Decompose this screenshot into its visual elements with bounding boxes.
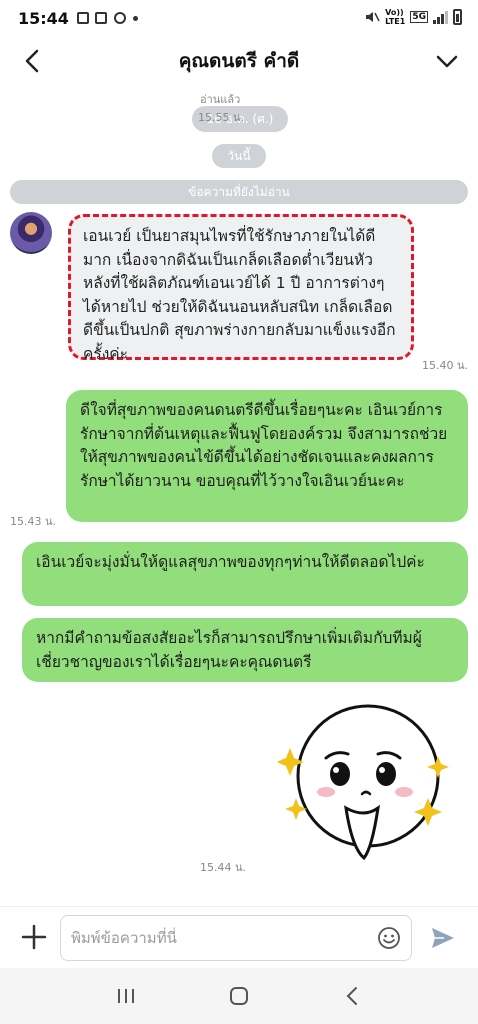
volte-label: Vo)) <box>385 8 404 17</box>
today-separator: วันนี้ <box>212 144 266 168</box>
status-time: 15:44 <box>18 8 69 28</box>
unread-divider: ข้อความที่ยังไม่อ่าน <box>10 180 468 204</box>
plus-icon[interactable] <box>20 923 48 951</box>
send-icon[interactable] <box>430 925 456 951</box>
chat-header: คุณดนตรี คำดี <box>0 36 478 86</box>
recent-apps-icon <box>118 989 135 1003</box>
home-icon <box>229 987 248 1005</box>
more-notifications-icon <box>132 15 138 21</box>
incoming-message-bubble[interactable]: เอนเวย์ เป็นยาสมุนไพรที่ใช้รักษาภายในได้… <box>68 214 414 363</box>
previous-message-time: 15.55 น. <box>198 111 245 124</box>
moon-sticker[interactable] <box>278 698 456 868</box>
chat-area[interactable]: อ่านแล้ว 16 ธ.ค. (ศ.) 15.55 น. วันนี้ ข้… <box>0 86 478 906</box>
home-button[interactable] <box>227 984 251 1008</box>
outgoing-message-text: หากมีคำถามข้อสงสัยอะไรก็สามารถปรึกษาเพิ่… <box>36 629 422 671</box>
outgoing-message-text: ดีใจที่สุขภาพของคนดนตรีดีขึ้นเรื่อยๆนะคะ… <box>80 401 448 490</box>
message-input-placeholder: พิมพ์ข้อความที่นี่ <box>71 929 177 947</box>
outgoing-message-bubble[interactable]: เอินเวย์จะมุ่งมั่นให้ดูแลสุขภาพของทุกๆท่… <box>22 542 468 606</box>
previous-sticker[interactable] <box>270 86 440 106</box>
network-labels: Vo)) LTE1 <box>385 8 405 26</box>
outgoing-message-text: เอินเวย์จะมุ่งมั่นให้ดูแลสุขภาพของทุกๆท่… <box>36 553 425 571</box>
chevron-down-icon[interactable] <box>434 48 460 74</box>
avatar[interactable] <box>10 212 52 254</box>
nav-back-icon <box>346 987 357 1005</box>
lte-label: LTE1 <box>385 17 406 26</box>
nav-back-button[interactable] <box>340 984 364 1008</box>
incoming-message-text: เอนเวย์ เป็นยาสมุนไพรที่ใช้รักษาภายในได้… <box>83 227 396 363</box>
unread-divider-label: ข้อความที่ยังไม่อ่าน <box>188 184 290 199</box>
status-bar: 15:44 Vo)) LTE1 5G <box>0 0 478 36</box>
recent-apps-button[interactable] <box>114 984 138 1008</box>
battery-icon <box>453 9 462 25</box>
message-input-bar: พิมพ์ข้อความที่นี่ <box>0 906 478 968</box>
outgoing-message-bubble[interactable]: ดีใจที่สุขภาพของคนดนตรีดีขึ้นเรื่อยๆนะคะ… <box>66 390 468 522</box>
gallery-icon <box>94 12 107 24</box>
message-time: 15.43 น. <box>10 515 57 528</box>
sync-icon <box>113 12 126 24</box>
today-label: วันนี้ <box>227 148 251 163</box>
notification-app-icon <box>76 12 89 24</box>
network-type: 5G <box>410 11 428 23</box>
system-icons: Vo)) LTE1 5G <box>364 8 462 26</box>
emoji-icon[interactable] <box>377 926 401 950</box>
system-nav-bar <box>0 968 478 1024</box>
notification-icons <box>76 11 138 25</box>
chevron-left-icon[interactable] <box>18 46 48 76</box>
outgoing-message-bubble[interactable]: หากมีคำถามข้อสงสัยอะไรก็สามารถปรึกษาเพิ่… <box>22 618 468 682</box>
signal-icon <box>433 10 448 24</box>
message-input[interactable]: พิมพ์ข้อความที่นี่ <box>60 915 412 961</box>
mute-icon <box>366 12 380 22</box>
chat-title: คุณดนตรี คำดี <box>178 50 300 72</box>
message-time: 15.44 น. <box>200 861 247 874</box>
message-time: 15.40 น. <box>422 359 469 372</box>
